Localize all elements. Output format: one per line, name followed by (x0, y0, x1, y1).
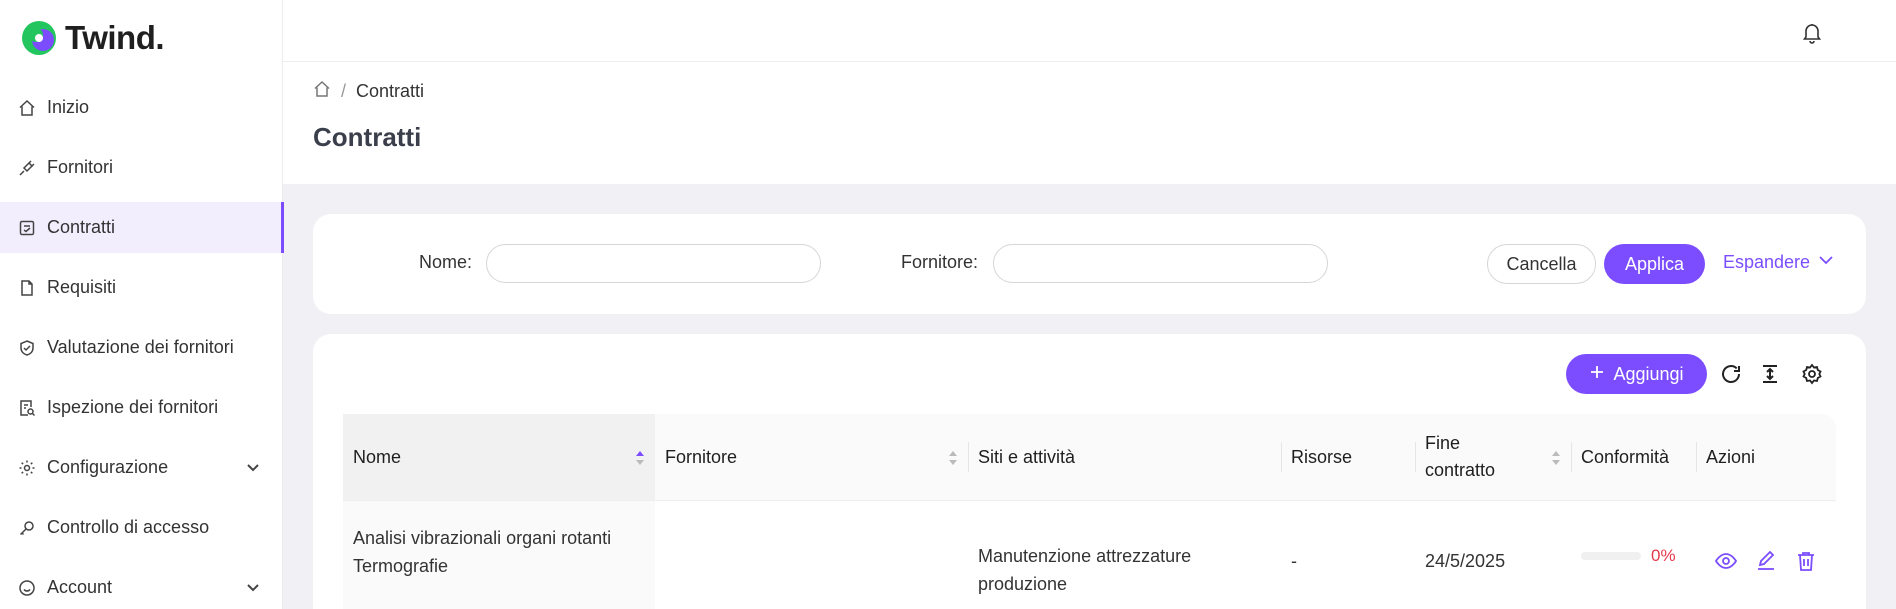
sidebar-item-valutazione[interactable]: Valutazione dei fornitori (0, 322, 283, 373)
row-actions (1714, 549, 1818, 573)
sidebar-item-label: Ispezione dei fornitori (47, 397, 219, 417)
cell-resources: - (1291, 551, 1297, 571)
filter-card: Nome: Fornitore: Cancella Applica Espand… (313, 214, 1866, 314)
column-divider (968, 442, 969, 472)
cell-end-date: 24/5/2025 (1425, 551, 1506, 571)
smile-icon (18, 579, 36, 597)
column-title: Conformità (1581, 446, 1670, 467)
cell-compliance: 0% (1571, 501, 1696, 609)
inspection-icon (18, 399, 36, 417)
chevron-down-icon (1818, 252, 1834, 273)
column-title: Azioni (1706, 446, 1756, 467)
logo-icon (19, 18, 59, 58)
column-title: Nome (353, 446, 402, 467)
column-divider (1696, 442, 1697, 472)
sort-icon[interactable] (948, 448, 958, 466)
sidebar-nav: Inizio Fornitori Contratti Requisiti Val… (0, 82, 284, 609)
expand-label: Espandere (1723, 252, 1811, 272)
sidebar-item-controllo-accesso[interactable]: Controllo di accesso (0, 502, 283, 553)
add-button[interactable]: Aggiungi (1566, 354, 1707, 394)
table-header: Nome Fornitore Siti e attività Risorse F… (343, 414, 1836, 501)
home-icon[interactable] (313, 80, 331, 103)
edit-icon[interactable] (1754, 549, 1778, 573)
key-icon (18, 519, 36, 537)
cell-sites: Manutenzione attrezzature produzione (978, 546, 1192, 594)
sidebar-item-label: Contratti (47, 217, 116, 237)
cell-actions (1696, 501, 1836, 609)
sidebar-item-contratti[interactable]: Contratti (0, 202, 284, 253)
breadcrumb: / Contratti (313, 80, 424, 103)
bell-icon[interactable] (1802, 22, 1822, 44)
sidebar-item-label: Valutazione dei fornitori (47, 337, 234, 357)
column-header-fine-contratto[interactable]: Fine contratto (1415, 414, 1571, 500)
contract-icon (18, 219, 36, 237)
sidebar-item-account[interactable]: Account (0, 562, 283, 609)
sidebar-item-label: Fornitori (47, 157, 114, 177)
expand-toggle[interactable]: Espandere (1723, 252, 1834, 273)
sort-icon[interactable] (1551, 448, 1561, 466)
delete-icon[interactable] (1794, 549, 1818, 573)
sidebar-item-inizio[interactable]: Inizio (0, 82, 283, 133)
sidebar-item-requisiti[interactable]: Requisiti (0, 262, 283, 313)
cell-name: Analisi vibrazionali organi rotanti Term… (343, 501, 655, 609)
view-icon[interactable] (1714, 549, 1738, 573)
column-header-azioni: Azioni (1696, 414, 1836, 500)
sidebar-item-ispezione[interactable]: Ispezione dei fornitori (0, 382, 283, 433)
cancel-button[interactable]: Cancella (1487, 244, 1596, 284)
contracts-table: Nome Fornitore Siti e attività Risorse F… (343, 414, 1836, 609)
column-header-conformita: Conformità (1571, 414, 1696, 500)
name-filter-input[interactable] (486, 244, 821, 283)
column-header-nome[interactable]: Nome (343, 414, 655, 500)
column-title: Fornitore (665, 446, 738, 467)
sort-icon[interactable] (635, 448, 645, 466)
sidebar-item-fornitori[interactable]: Fornitori (0, 142, 283, 193)
column-title: Fine contratto (1425, 433, 1496, 480)
brand-logo[interactable]: Twind. (19, 18, 165, 58)
column-divider (1415, 442, 1416, 472)
plus-icon (1589, 364, 1605, 385)
brand-name: Twind. (65, 19, 165, 56)
settings-icon[interactable] (1800, 362, 1824, 386)
add-button-label: Aggiungi (1613, 363, 1684, 384)
chevron-down-icon[interactable] (245, 459, 261, 475)
sidebar-item-label: Account (47, 577, 113, 597)
refresh-icon[interactable] (1719, 362, 1743, 386)
sidebar-item-label: Controllo di accesso (47, 517, 210, 537)
compliance-bar (1581, 552, 1641, 560)
table-card: Aggiungi Nome Fornitore Siti e attività … (313, 334, 1866, 609)
supplier-filter-label: Fornitore: (901, 252, 979, 272)
compliance-value: 0% (1651, 546, 1676, 565)
sidebar-item-label: Configurazione (47, 457, 169, 477)
gear-icon (18, 459, 36, 477)
sidebar: Twind. Inizio Fornitori Contratti Requis… (0, 0, 284, 609)
column-divider (1571, 442, 1572, 472)
column-header-fornitore[interactable]: Fornitore (655, 414, 968, 500)
sidebar-item-label: Inizio (47, 97, 90, 117)
page-title: Contratti (313, 122, 422, 152)
sidebar-item-label: Requisiti (47, 277, 117, 297)
compliance-progress: 0% (1581, 542, 1676, 570)
plug-icon (18, 159, 36, 177)
apply-button[interactable]: Applica (1604, 244, 1705, 284)
topbar (283, 0, 1896, 62)
page-header: / Contratti Contratti (283, 62, 1896, 184)
column-header-siti: Siti e attività (968, 414, 1281, 500)
column-divider (1281, 442, 1282, 472)
table-body: Analisi vibrazionali organi rotanti Term… (343, 501, 1836, 609)
breadcrumb-separator: / (341, 81, 347, 101)
column-height-icon[interactable] (1758, 362, 1782, 386)
home-icon (18, 99, 36, 117)
supplier-filter-input[interactable] (993, 244, 1328, 283)
table-row[interactable]: Analisi vibrazionali organi rotanti Term… (343, 501, 1836, 609)
breadcrumb-current: Contratti (356, 81, 425, 101)
cell-supplier (655, 501, 968, 609)
shield-check-icon (18, 339, 36, 357)
name-filter-label: Nome: (419, 252, 473, 272)
column-title: Risorse (1291, 446, 1353, 467)
column-title: Siti e attività (978, 446, 1076, 467)
sidebar-item-configurazione[interactable]: Configurazione (0, 442, 283, 493)
chevron-down-icon[interactable] (245, 579, 261, 595)
column-header-risorse: Risorse (1281, 414, 1415, 500)
document-icon (18, 279, 36, 297)
